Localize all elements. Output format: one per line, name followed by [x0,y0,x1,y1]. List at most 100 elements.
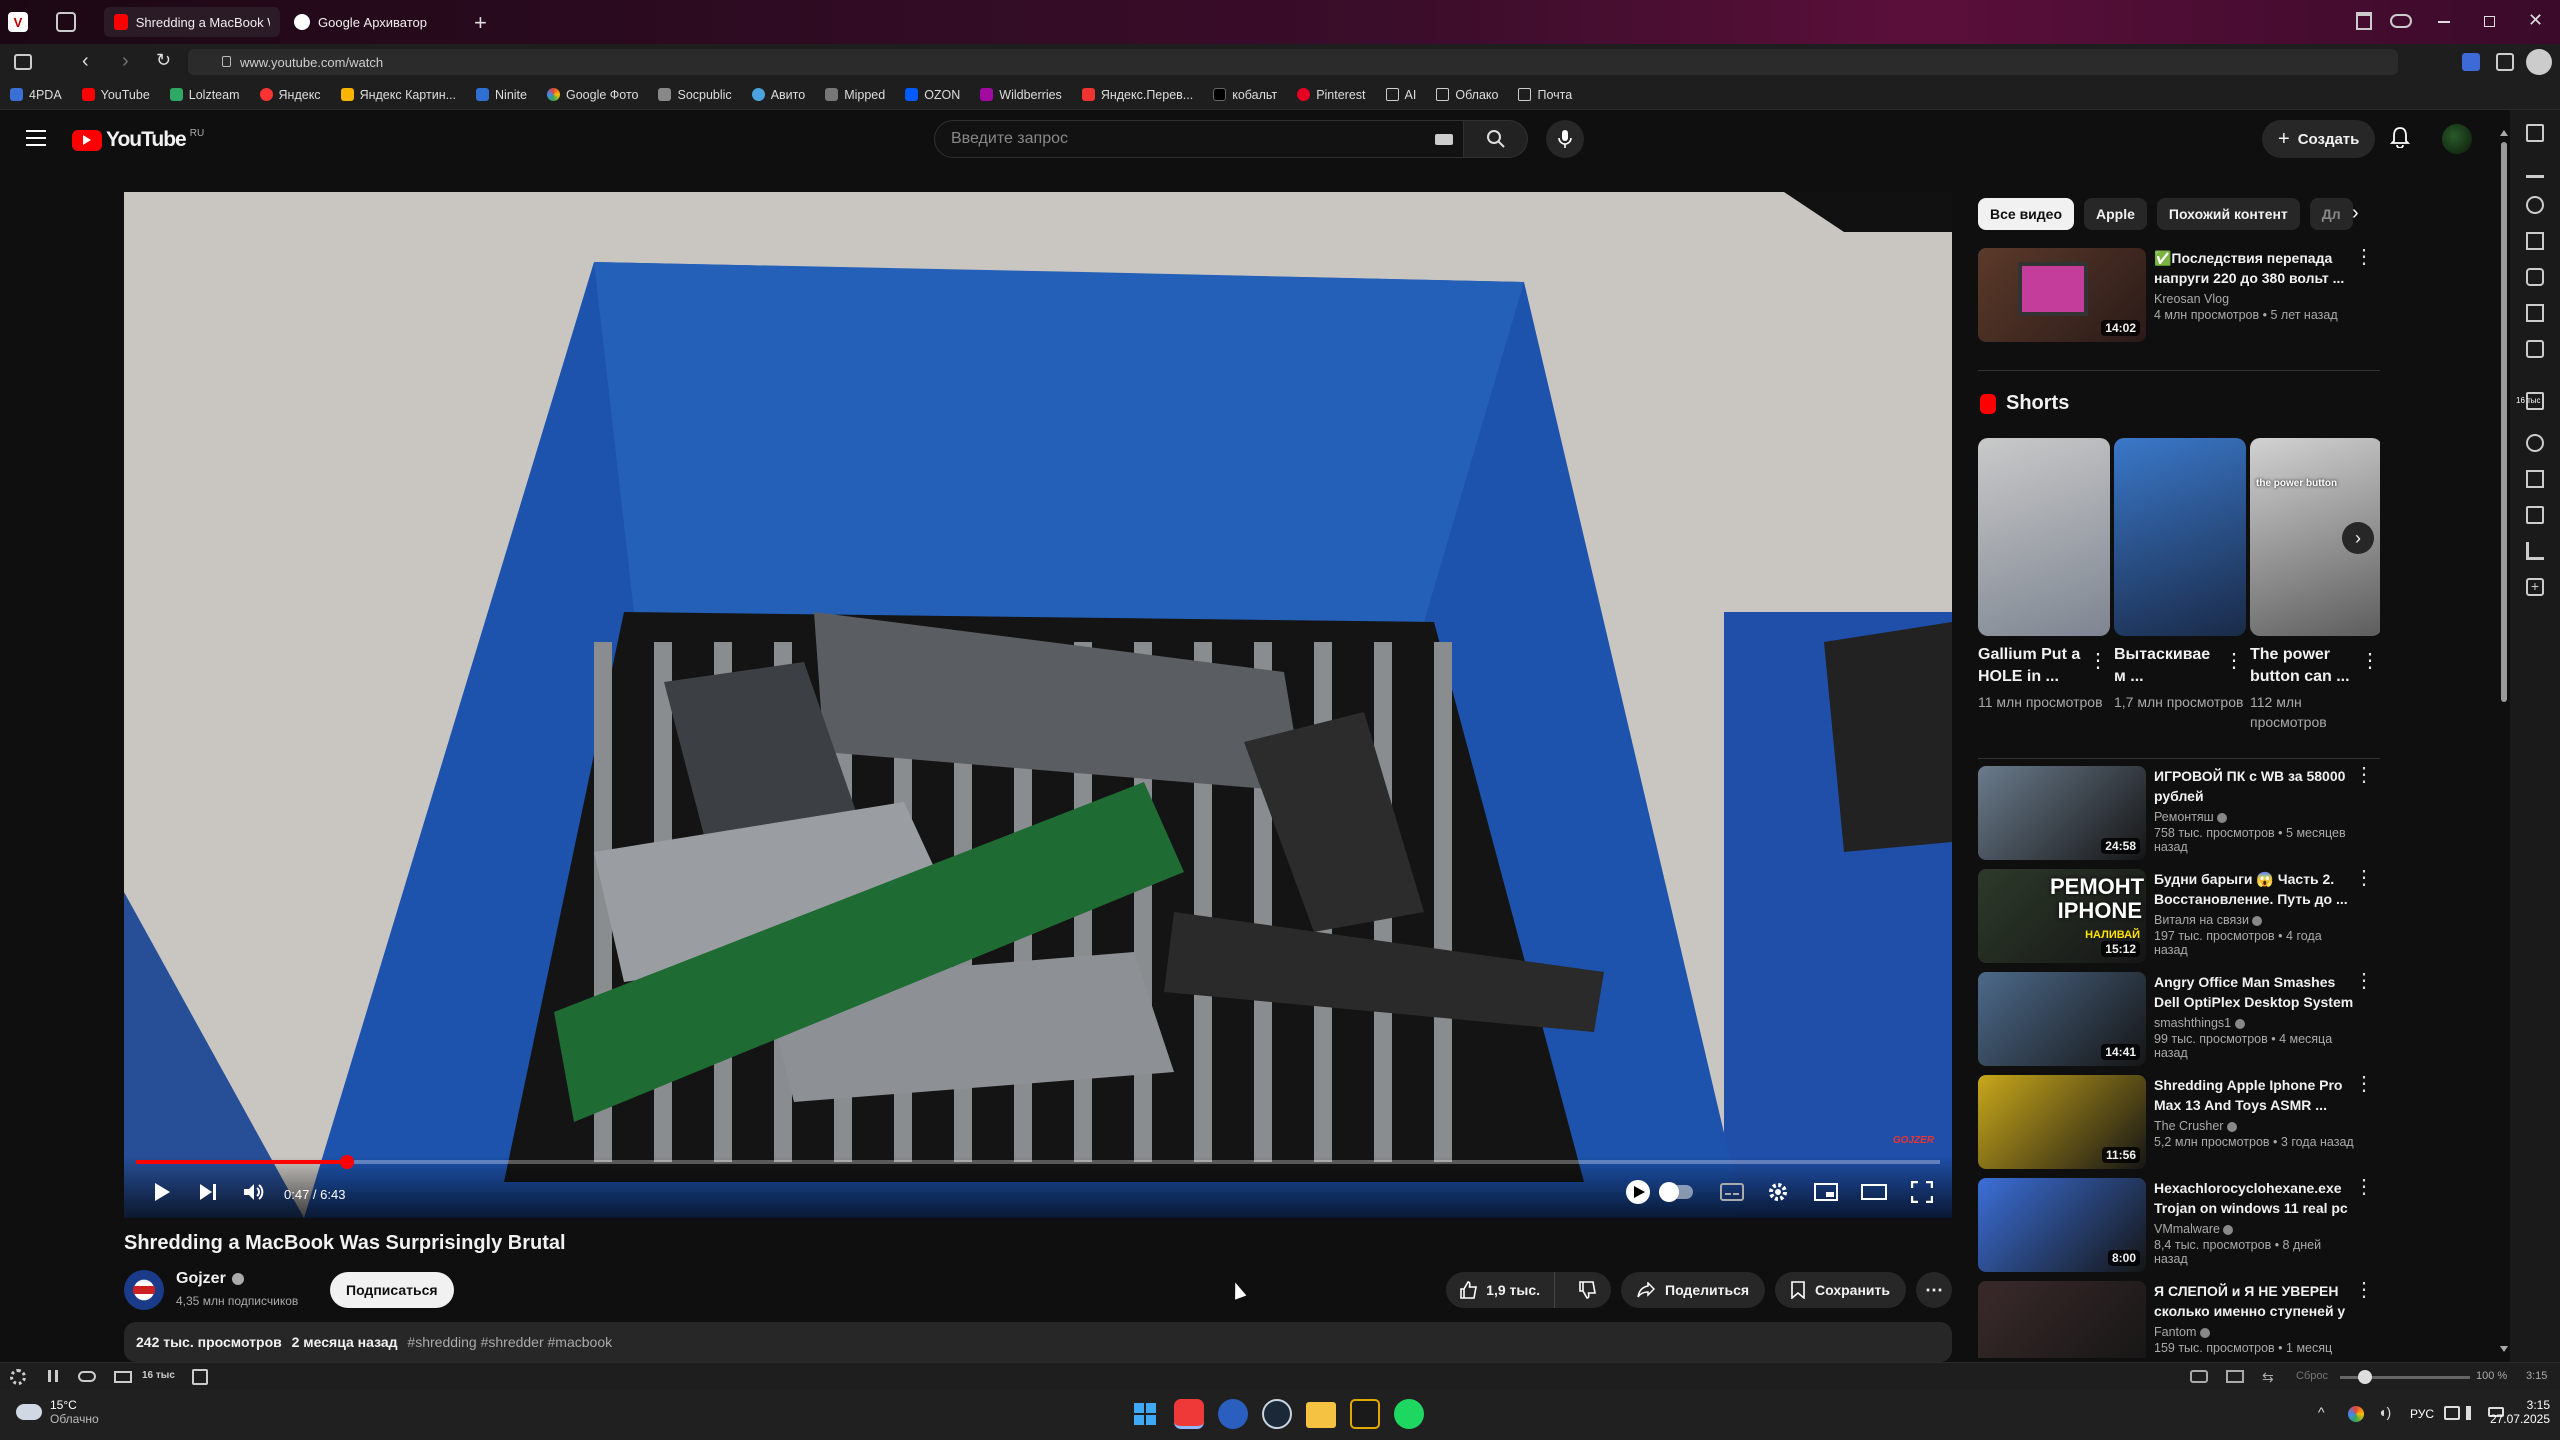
more-actions-button[interactable]: ⋯ [1916,1272,1952,1308]
page-scrollbar[interactable] [2498,120,2510,1360]
keyboard-icon[interactable] [1435,134,1453,145]
bookmark-yandex-translate[interactable]: Яндекс.Перев... [1081,88,1193,102]
back-button[interactable]: ‹ [82,50,89,73]
translate-icon[interactable] [2526,268,2544,286]
maximize-button[interactable] [2484,16,2495,27]
calendar-icon[interactable] [2526,470,2544,488]
downloads-icon[interactable] [2526,160,2544,178]
speaker-icon[interactable] [2466,1406,2480,1420]
bookmark-folder-mail[interactable]: Почта [1518,88,1572,102]
bookmark-socpublic[interactable]: Socpublic [658,88,732,102]
extensions-icon[interactable] [2462,53,2480,71]
miniplayer-button[interactable] [1812,1178,1840,1206]
vivaldi-taskbar-icon[interactable] [1174,1399,1204,1429]
tasks-icon[interactable] [2526,506,2544,524]
bookmark-ninite[interactable]: Ninite [476,88,527,102]
short-item[interactable]: Gallium Put a HOLE in ... 11 млн просмот… [1978,438,2110,712]
related-video[interactable]: 8:00 Hexachlorocyclohexane.exe Trojan on … [1978,1177,2380,1276]
steam-taskbar-icon[interactable] [1262,1399,1292,1429]
dislike-button[interactable] [1565,1272,1611,1308]
new-tab-button[interactable]: + [474,10,487,36]
subtitles-button[interactable] [1718,1178,1746,1206]
bookmark-lolzteam[interactable]: Lolzteam [169,88,240,102]
search-button[interactable] [1464,120,1528,158]
settings-gear-icon[interactable] [10,1369,26,1385]
short-item[interactable]: Вытаскивае м ... 1,7 млн просмотров ⋮ [2114,438,2246,712]
reading-list-icon[interactable] [2526,340,2544,358]
workspaces-icon[interactable] [56,12,76,32]
sync-cloud-icon[interactable] [78,1371,96,1382]
bookmark-folder-cloud[interactable]: Облако [1436,88,1498,102]
camera-icon[interactable] [2190,1370,2208,1383]
related-video[interactable]: РЕМОНТ IPHONE НАЛИВАЙ 15:12 Будни барыги 😱 … [1978,868,2380,967]
history-icon[interactable] [2526,196,2544,214]
fullscreen-button[interactable] [1908,1178,1936,1206]
tab-youtube[interactable]: Shredding a MacBook Was [104,7,280,37]
hamburger-menu-icon[interactable] [26,130,46,146]
shorts-next-button[interactable]: › [2342,522,2374,554]
more-options-icon[interactable]: ⋮ [2354,868,2374,888]
channel-name[interactable]: Gojzer [176,1270,244,1288]
voice-search-button[interactable] [1546,120,1584,158]
video-player[interactable]: GOJZER 0:47 / 6:43 [124,192,1952,1218]
bookmark-folder-ai[interactable]: AI [1385,88,1416,102]
bookmark-google-photos[interactable]: Google Фото [546,88,638,102]
more-options-icon[interactable]: ⋮ [2360,648,2380,673]
next-video-button[interactable] [194,1178,222,1206]
contacts-icon[interactable] [2526,434,2544,452]
file-explorer-taskbar-icon[interactable] [1306,1402,1336,1428]
zoom-slider-thumb[interactable] [2358,1370,2372,1384]
related-video[interactable]: Я СЛЕПОЙ и Я НЕ УВЕРЕН сколько именно ст… [1978,1280,2380,1358]
url-field[interactable]: www.youtube.com/watch [188,49,2398,75]
chip-apple[interactable]: Apple [2084,198,2147,230]
more-options-icon[interactable]: ⋮ [2354,765,2374,785]
bookmark-mipped[interactable]: Mipped [825,88,885,102]
channel-avatar[interactable] [124,1270,164,1310]
progress-scrubber[interactable] [340,1155,355,1169]
panel-toggle-icon[interactable] [14,54,32,70]
bookmark-youtube[interactable]: YouTube [81,88,150,102]
more-options-icon[interactable]: ⋮ [2224,648,2244,673]
more-options-icon[interactable]: ⋮ [2088,648,2108,673]
bookmark-wildberries[interactable]: Wildberries [980,88,1062,102]
bookmark-avito[interactable]: Авито [751,88,805,102]
more-options-icon[interactable]: ⋮ [2354,1074,2374,1094]
bookmark-yandex[interactable]: Яндекс [259,88,321,102]
more-options-icon[interactable]: ⋮ [2354,1177,2374,1197]
spotify-taskbar-icon[interactable] [1394,1399,1424,1429]
search-input[interactable]: Введите запрос [934,120,1464,158]
bookmark-ozon[interactable]: OZON [905,88,960,102]
tiling-icon[interactable] [2226,1370,2244,1383]
zoom-reset[interactable]: Сброс [2296,1370,2328,1382]
scrollbar-thumb[interactable] [2501,142,2507,702]
mail-icon[interactable] [114,1371,132,1383]
network-icon[interactable] [2444,1406,2460,1420]
related-video[interactable]: 14:02 ✅Последствия перепада напруги 220 … [1978,247,2380,346]
page-actions-icon[interactable]: ⇆ [2262,1369,2274,1386]
autoplay-toggle[interactable] [1658,1178,1694,1206]
close-window-button[interactable]: ✕ [2528,10,2543,31]
taskbar-clock[interactable]: 3:15 27.07.2025 [2484,1398,2550,1426]
zoom-slider[interactable] [2340,1370,2470,1384]
hashtags[interactable]: #shredding #shredder #macbook [407,1334,612,1350]
bookmark-yandex-images[interactable]: Яндекс Картин... [340,88,456,102]
feeds-icon[interactable] [2526,542,2544,560]
settings-button[interactable] [1764,1178,1792,1206]
tray-app-icon[interactable] [2348,1406,2364,1422]
volume-tray-icon[interactable]: ◖) [2378,1404,2391,1420]
related-video[interactable]: 14:41 Angry Office Man Smashes Dell OptiP… [1978,971,2380,1070]
minimize-button[interactable] [2438,21,2450,23]
save-button[interactable]: Сохранить [1775,1272,1906,1308]
browser-menu-button[interactable]: V [8,12,28,32]
extensions-puzzle-icon[interactable] [2496,53,2514,71]
profile-avatar[interactable] [2526,49,2552,75]
play-button[interactable] [148,1178,176,1206]
account-avatar[interactable] [2442,124,2472,154]
chatgpt-taskbar-icon[interactable] [1218,1399,1248,1429]
bookmark-pinterest[interactable]: Pinterest [1297,88,1366,102]
more-options-icon[interactable]: ⋮ [2354,247,2374,267]
youtube-logo[interactable]: YouTube RU [72,128,204,152]
shield-button[interactable] [1624,1178,1652,1206]
window-panel-icon[interactable] [2526,304,2544,322]
create-button[interactable]: + Создать [2262,120,2376,158]
